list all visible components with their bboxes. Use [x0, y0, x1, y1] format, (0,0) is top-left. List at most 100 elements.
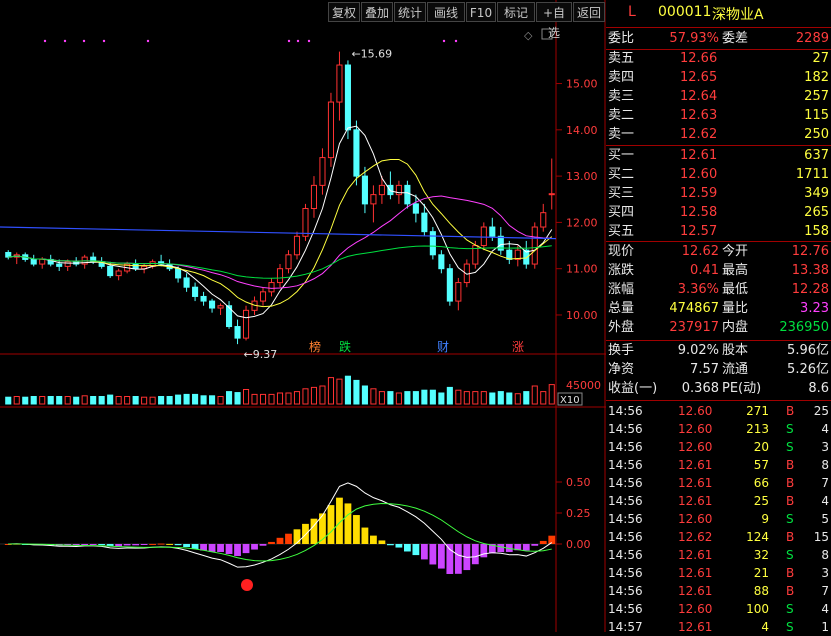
tick-count: 25	[813, 404, 829, 418]
tick-price: 12.62	[678, 530, 713, 544]
f10-button[interactable]: F10	[466, 2, 496, 22]
tick-side: B	[786, 566, 795, 580]
volume-bar	[47, 396, 54, 405]
macd-bar	[123, 544, 131, 546]
bid-volume: 265	[804, 205, 829, 220]
tick-side: S	[786, 512, 794, 526]
tick-price: 12.61	[678, 548, 713, 562]
bid-row[interactable]: 买三 12.59 349	[606, 185, 831, 203]
stock-header: L 000011 深物业A	[606, 2, 831, 26]
quote-value: 237917	[669, 320, 719, 335]
statistics-button[interactable]: 统计	[394, 2, 426, 22]
ask-row[interactable]: 卖四 12.65 182	[606, 69, 831, 87]
tick-count: 1	[821, 620, 829, 634]
candle-body	[370, 194, 377, 205]
macd-bar	[81, 544, 89, 545]
macd-tick-label: 0.25	[566, 507, 591, 520]
price-tick-label: 11.00	[566, 263, 598, 276]
tick-time: 14:56	[608, 476, 643, 490]
macd-bar	[276, 537, 284, 544]
tick-count: 4	[821, 494, 829, 508]
tick-volume: 88	[753, 584, 769, 598]
macd-bar	[149, 543, 157, 545]
ask-row[interactable]: 卖五 12.66 27	[606, 50, 831, 68]
tick-time: 14:56	[608, 422, 643, 436]
quote-value: 3.23	[800, 301, 829, 316]
candle-body	[336, 64, 343, 103]
volume-bar	[480, 391, 487, 405]
volume-bar	[183, 393, 190, 405]
ask-volume: 182	[804, 70, 829, 85]
tick-price: 12.60	[678, 512, 713, 526]
tick-row: 14:56 12.60 9 S 5	[606, 510, 831, 528]
back-button[interactable]: 返回	[573, 2, 605, 22]
draw-line-button[interactable]: 画线	[427, 2, 465, 22]
ask-row[interactable]: 卖三 12.64 257	[606, 88, 831, 106]
volume-bar	[225, 391, 233, 405]
quote-panel: L 000011 深物业A 委比 57.93% 委差 2289 卖五 12.66 2…	[606, 0, 831, 634]
tick-price: 12.60	[678, 602, 713, 616]
mark-button[interactable]: 标记	[497, 2, 535, 22]
macd-bar	[370, 535, 377, 544]
candle-body	[548, 193, 555, 196]
bid-row[interactable]: 买二 12.60 1711	[606, 166, 831, 184]
macd-tick-label: 0.50	[566, 476, 591, 489]
ask-row[interactable]: 卖二 12.63 115	[606, 107, 831, 125]
macd-bar	[225, 544, 233, 554]
restore-rights-button[interactable]: 复权	[328, 2, 360, 22]
candle-body	[344, 64, 351, 131]
tick-volume: 271	[746, 404, 769, 418]
add-watchlist-button[interactable]: +自选	[536, 2, 572, 40]
macd-bar	[454, 544, 462, 574]
signal-dot	[63, 39, 67, 43]
macd-bar	[166, 543, 173, 545]
volume-bar	[5, 396, 12, 405]
bid-row[interactable]: 买一 12.61 637	[606, 147, 831, 165]
volume-bar	[166, 396, 173, 405]
bid-row[interactable]: 买五 12.57 158	[606, 223, 831, 241]
volume-bar	[506, 392, 513, 405]
quote-row: 现价 12.62 今开 12.76	[606, 243, 831, 261]
diff-label: 委差	[722, 31, 749, 46]
tick-volume: 32	[753, 548, 769, 562]
ratio-label: 委比	[608, 31, 635, 46]
candle-body	[489, 226, 496, 237]
macd-bar	[183, 544, 190, 548]
tick-row: 14:56 12.61 25 B 4	[606, 492, 831, 510]
volume-bar	[192, 393, 199, 405]
candle-body	[412, 203, 419, 214]
tick-price: 12.61	[678, 458, 713, 472]
bid-row[interactable]: 买四 12.58 265	[606, 204, 831, 222]
volume-bar	[387, 391, 394, 405]
volume-bar	[395, 392, 402, 405]
overlay-button[interactable]: 叠加	[361, 2, 393, 22]
macd-bar	[132, 544, 140, 546]
tick-price: 12.60	[678, 422, 713, 436]
kline-chart[interactable]: 15.00 14.00 13.00 12.00 11.00 10.00 ←15.69 ←9.3…	[0, 0, 606, 632]
volume-bar	[209, 395, 216, 405]
candle-body	[446, 268, 453, 302]
volume-unit: X10	[560, 395, 580, 406]
tick-side: B	[786, 404, 795, 418]
candle-body	[378, 184, 385, 196]
diff-value: 2289	[795, 31, 829, 46]
tick-row: 14:56 12.61 66 B 7	[606, 474, 831, 492]
macd-bar	[471, 544, 479, 565]
quote-label: 量比	[722, 301, 749, 316]
candle-body	[285, 254, 292, 270]
candle-body	[200, 295, 207, 302]
fund-value: 0.368	[681, 381, 719, 396]
tick-row: 14:57 12.61 4 S 1	[606, 618, 831, 636]
ask-label: 卖二	[608, 108, 635, 123]
signal-dot	[454, 39, 458, 43]
ask-row[interactable]: 卖一 12.62 250	[606, 126, 831, 144]
candle-body	[268, 282, 275, 293]
candle-body	[56, 263, 63, 267]
tick-price: 12.61	[678, 566, 713, 580]
candle-body	[107, 265, 114, 277]
macd-bar	[437, 544, 445, 569]
candle-body	[429, 231, 436, 256]
volume-bar	[90, 396, 97, 405]
quote-value: 474867	[669, 301, 719, 316]
tick-count: 4	[821, 422, 829, 436]
